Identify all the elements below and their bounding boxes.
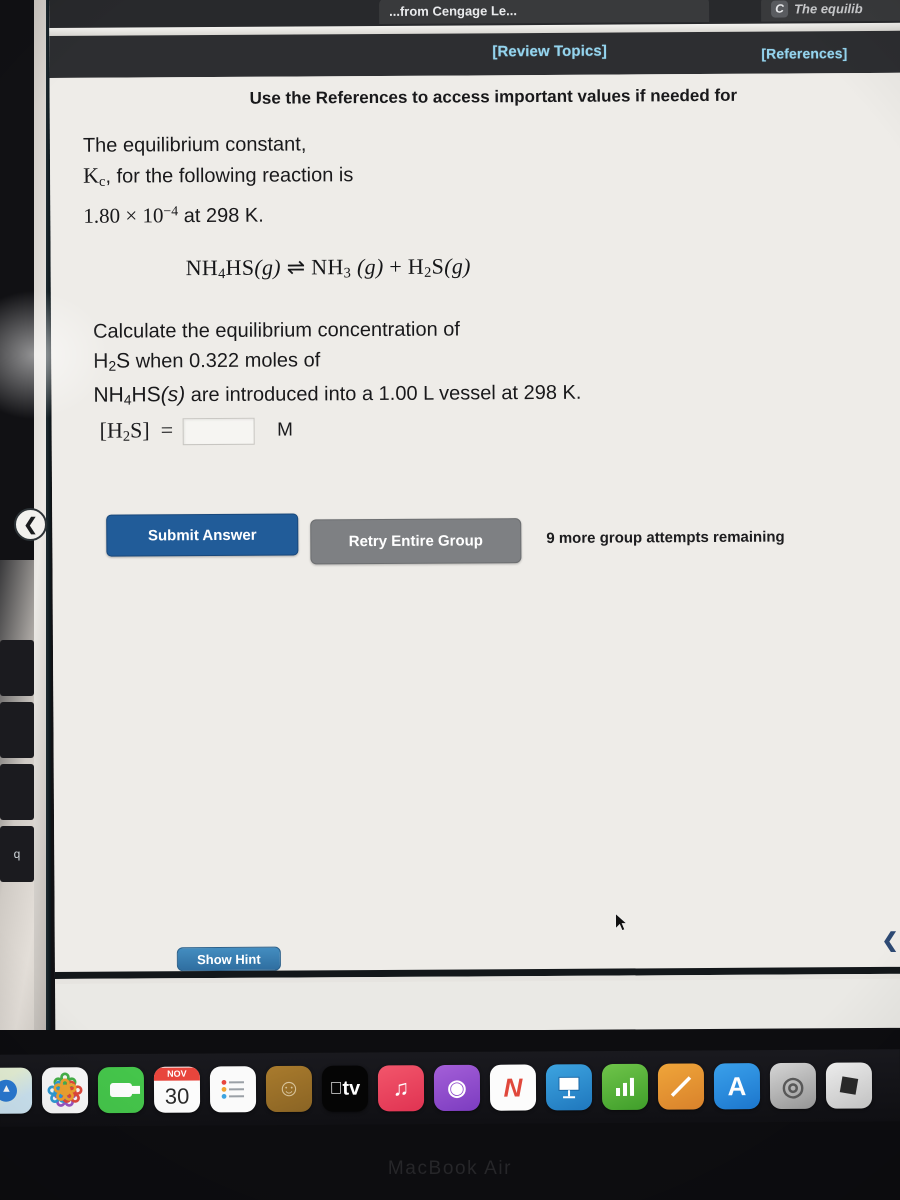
answer-row: [H2S] = M <box>100 417 293 446</box>
photo-of-laptop: q ...from Cengage Le... C The equilib [R… <box>0 0 900 1200</box>
question-line-3: NH4HS(s) are introduced into a 1.00 L ve… <box>93 381 582 408</box>
equation-text: NH4HS(g) ⇌ NH3 (g) + H2S(g) <box>185 253 471 283</box>
reminders-glyph <box>221 1079 245 1099</box>
pages-icon[interactable] <box>657 1063 705 1110</box>
numbers-icon[interactable] <box>601 1063 649 1111</box>
keyboard-key[interactable]: q <box>0 826 34 882</box>
apple-tv-icon[interactable]: tv <box>321 1065 369 1112</box>
calendar-day-label: 30 <box>164 1083 190 1109</box>
tab-title: ...from Cengage Le... <box>389 2 517 19</box>
assignment-page: Use the References to access important v… <box>49 72 900 984</box>
answer-label: [H2S] = <box>99 417 174 445</box>
keynote-icon[interactable] <box>545 1064 593 1111</box>
back-navigation-button[interactable]: ❮ <box>14 508 47 541</box>
submit-answer-button[interactable]: Submit Answer <box>106 513 299 557</box>
problem-stem: The equilibrium constant, Kc, for the fo… <box>83 130 354 232</box>
numbers-glyph <box>616 1077 635 1096</box>
mouse-cursor-icon <box>615 912 628 931</box>
previous-question-nav[interactable]: ❮ P <box>882 928 900 953</box>
h2s-concentration-input[interactable] <box>183 417 256 445</box>
chevron-left-icon: ❮ <box>881 929 899 952</box>
maps-icon[interactable] <box>0 1067 33 1114</box>
news-icon[interactable]: N <box>489 1064 537 1111</box>
laptop-screen: ...from Cengage Le... C The equilib [Rev… <box>49 0 900 1033</box>
unit-label: M <box>277 419 293 441</box>
photos-icon[interactable] <box>41 1067 89 1114</box>
retry-entire-group-button[interactable]: Retry Entire Group <box>310 518 522 565</box>
macos-dock: NOV 30 tv ♫ ◉ N <box>0 1049 900 1127</box>
browser-tab-background[interactable]: ...from Cengage Le... <box>379 0 710 24</box>
question-body: Calculate the equilibrium concentration … <box>93 315 582 415</box>
references-link[interactable]: [References] <box>761 45 847 62</box>
calendar-month-label: NOV <box>153 1067 200 1081</box>
chemical-equation: NH4HS(g) ⇌ NH3 (g) + H2S(g) <box>186 253 471 283</box>
tab-title: The equilib <box>794 0 863 16</box>
attempts-remaining-text: 9 more group attempts remaining <box>546 528 785 547</box>
review-topics-link[interactable]: [Review Topics] <box>492 43 607 61</box>
apple-tv-label: tv <box>336 1077 360 1100</box>
preview-icon[interactable]: ◎ <box>769 1062 817 1110</box>
references-banner: Use the References to access important v… <box>249 85 738 108</box>
keyboard-key[interactable] <box>0 640 34 696</box>
keyboard-key[interactable] <box>0 702 34 758</box>
tab-favicon-icon: C <box>771 0 789 18</box>
keyboard-key[interactable] <box>0 764 34 820</box>
browser-tab-active[interactable]: C The equilib <box>760 0 900 22</box>
stem-line-3: 1.80 × 10−4 at 298 K. <box>83 203 264 228</box>
stem-line-1: The equilibrium constant, <box>82 133 307 157</box>
laptop-lower-bezel: NOV 30 tv ♫ ◉ N <box>0 1030 900 1200</box>
assignment-toolbar: [Review Topics] [References] <box>49 30 900 78</box>
music-icon[interactable]: ♫ <box>377 1065 425 1112</box>
roblox-icon[interactable] <box>825 1062 873 1109</box>
facetime-icon[interactable] <box>97 1066 145 1114</box>
reminders-icon[interactable] <box>209 1066 257 1113</box>
app-store-icon[interactable]: A <box>713 1063 761 1110</box>
stem-line-2: Kc, for the following reaction is <box>83 162 354 190</box>
podcasts-icon[interactable]: ◉ <box>433 1064 481 1112</box>
keynote-glyph <box>558 1076 580 1099</box>
question-line-1: Calculate the equilibrium concentration … <box>92 318 460 343</box>
question-line-2: H2S when 0.322 moles of <box>93 349 321 374</box>
calendar-icon[interactable]: NOV 30 <box>153 1066 201 1113</box>
macbook-model-label: MacBook Air <box>387 1158 513 1179</box>
show-hint-button[interactable]: Show Hint <box>176 946 281 972</box>
contacts-icon[interactable] <box>265 1065 313 1113</box>
pages-glyph <box>670 1076 692 1097</box>
